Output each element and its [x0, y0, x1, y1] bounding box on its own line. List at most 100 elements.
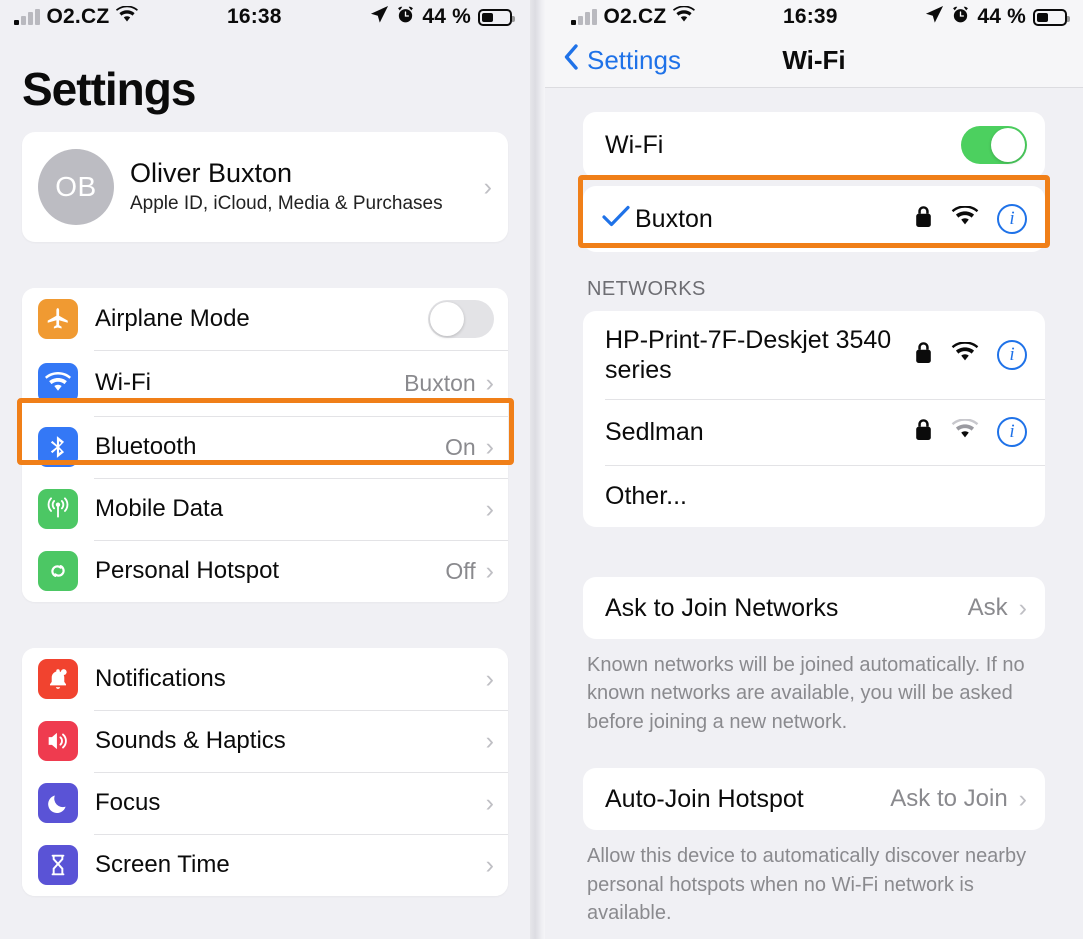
- ask-to-join-networks-row[interactable]: Ask to Join Networks Ask ›: [583, 577, 1045, 639]
- bluetooth-icon: [38, 427, 78, 467]
- carrier-label: O2.CZ: [603, 5, 667, 28]
- auto-join-hotspot-value: Ask to Join: [890, 785, 1008, 813]
- location-arrow-icon: [925, 5, 944, 30]
- sidebar-item-mobile-data[interactable]: Mobile Data ›: [22, 478, 508, 540]
- networks-section-header: NETWORKS: [587, 278, 706, 300]
- chevron-right-icon: ›: [1018, 784, 1027, 813]
- sidebar-item-wifi[interactable]: Wi-Fi Buxton ›: [22, 350, 508, 416]
- network-name: Other...: [605, 482, 687, 510]
- cellular-antenna-icon: [38, 489, 78, 529]
- sidebar-item-focus[interactable]: Focus ›: [22, 772, 508, 834]
- sidebar-item-label: Airplane Mode: [95, 305, 250, 332]
- sidebar-item-screen-time[interactable]: Screen Time ›: [22, 834, 508, 896]
- speaker-icon: [38, 721, 78, 761]
- auto-join-hotspot-label: Auto-Join Hotspot: [605, 784, 804, 813]
- status-bar-right-group: 44 %: [925, 5, 1070, 30]
- auto-join-hotspot-footnote: Allow this device to automatically disco…: [587, 845, 1027, 924]
- connected-network-row[interactable]: Buxton i: [583, 186, 1045, 252]
- hotspot-state-value: Off: [445, 557, 476, 584]
- info-circle-icon[interactable]: i: [997, 417, 1027, 447]
- chevron-right-icon: ›: [485, 432, 494, 461]
- lock-icon: [914, 418, 933, 447]
- wifi-toggle-group: Wi-Fi: [583, 112, 1045, 178]
- wifi-toggle-row[interactable]: Wi-Fi: [583, 112, 1045, 178]
- battery-percent-label: 44 %: [977, 5, 1026, 28]
- page-title: Wi-Fi: [782, 45, 846, 75]
- cellular-bars-icon: [571, 9, 597, 25]
- ask-to-join-footnote: Known networks will be joined automatica…: [587, 654, 1025, 733]
- chevron-right-icon: ›: [485, 850, 494, 879]
- bell-icon: [38, 659, 78, 699]
- sidebar-item-sounds-haptics[interactable]: Sounds & Haptics ›: [22, 710, 508, 772]
- auto-join-hotspot-row[interactable]: Auto-Join Hotspot Ask to Join ›: [583, 768, 1045, 830]
- battery-icon: [478, 8, 515, 26]
- airplane-mode-toggle[interactable]: [428, 300, 494, 338]
- sidebar-item-airplane-mode[interactable]: Airplane Mode: [22, 288, 508, 350]
- avatar: OB: [38, 149, 114, 225]
- status-bar-left-group: O2.CZ: [14, 5, 139, 29]
- chevron-right-icon: ›: [485, 556, 494, 585]
- battery-icon: [1033, 8, 1070, 26]
- list-item-network[interactable]: Sedlman i: [583, 399, 1045, 465]
- account-card[interactable]: OB Oliver Buxton Apple ID, iCloud, Media…: [22, 132, 508, 242]
- sidebar-item-bluetooth[interactable]: Bluetooth On ›: [22, 416, 508, 478]
- checkmark-icon: [601, 204, 635, 234]
- sidebar-item-label: Sounds & Haptics: [95, 727, 286, 754]
- account-row[interactable]: OB Oliver Buxton Apple ID, iCloud, Media…: [22, 132, 508, 242]
- carrier-label: O2.CZ: [46, 5, 110, 28]
- network-status-icons: i: [914, 340, 1027, 370]
- wifi-toggle[interactable]: [961, 126, 1027, 164]
- info-circle-icon[interactable]: i: [997, 204, 1027, 234]
- alarm-clock-icon: [396, 5, 415, 30]
- list-item-other-network[interactable]: Other...: [583, 465, 1045, 527]
- wifi-icon: [951, 418, 979, 445]
- bluetooth-state-value: On: [444, 433, 476, 460]
- network-name: Sedlman: [605, 418, 704, 446]
- chevron-right-icon: ›: [485, 494, 494, 523]
- chevron-right-icon: ›: [485, 788, 494, 817]
- wifi-toggle-label: Wi-Fi: [605, 130, 664, 159]
- wifi-settings-screen: O2.CZ 16:39 44 % Settings Wi-Fi Wi-Fi Bu…: [545, 0, 1083, 939]
- moon-icon: [38, 783, 78, 823]
- dual-screenshot-composite: O2.CZ 16:38 44 % Settings OB Oliver Buxt…: [0, 0, 1083, 939]
- system-group: Notifications › Sounds & Haptics › Focus…: [22, 648, 508, 896]
- ask-to-join-label: Ask to Join Networks: [605, 593, 839, 622]
- chevron-right-icon: ›: [483, 172, 492, 201]
- settings-screen: O2.CZ 16:38 44 % Settings OB Oliver Buxt…: [0, 0, 530, 939]
- clock-label: 16:38: [226, 5, 282, 28]
- sidebar-item-label: Bluetooth: [95, 433, 197, 460]
- sidebar-item-label: Wi-Fi: [95, 369, 151, 396]
- auto-join-hotspot-group: Auto-Join Hotspot Ask to Join ›: [583, 768, 1045, 831]
- account-name: Oliver Buxton: [130, 158, 293, 189]
- chevron-right-icon: ›: [485, 726, 494, 755]
- sidebar-item-label: Mobile Data: [95, 495, 224, 522]
- status-bar-left-group: O2.CZ: [571, 5, 696, 29]
- sidebar-item-personal-hotspot[interactable]: Personal Hotspot Off ›: [22, 540, 508, 602]
- lock-icon: [914, 341, 933, 370]
- list-item-network[interactable]: HP-Print-7F-Deskjet 3540 series i: [583, 311, 1045, 399]
- wifi-icon: [951, 205, 979, 232]
- network-name: HP-Print-7F-Deskjet 3540 series: [605, 326, 892, 384]
- wifi-current-network-value: Buxton: [404, 369, 476, 396]
- hourglass-icon: [38, 845, 78, 885]
- wifi-icon: [951, 341, 979, 368]
- hotspot-link-icon: [38, 551, 78, 591]
- sidebar-item-notifications[interactable]: Notifications ›: [22, 648, 508, 710]
- available-networks-group: HP-Print-7F-Deskjet 3540 series i Sedlma…: [583, 311, 1045, 527]
- sidebar-item-label: Personal Hotspot: [95, 557, 280, 584]
- network-status-icons: i: [914, 204, 1027, 234]
- battery-percent-label: 44 %: [422, 5, 471, 28]
- status-bar-right: O2.CZ 16:39 44 %: [545, 0, 1083, 34]
- clock-label: 16:39: [782, 5, 838, 28]
- location-arrow-icon: [370, 5, 389, 30]
- account-subtitle: Apple ID, iCloud, Media & Purchases: [130, 193, 443, 215]
- ask-to-join-group: Ask to Join Networks Ask ›: [583, 577, 1045, 639]
- nav-bar: Settings Wi-Fi: [545, 34, 1083, 88]
- wifi-icon: [116, 5, 139, 29]
- network-name: Buxton: [635, 205, 713, 233]
- info-circle-icon[interactable]: i: [997, 340, 1027, 370]
